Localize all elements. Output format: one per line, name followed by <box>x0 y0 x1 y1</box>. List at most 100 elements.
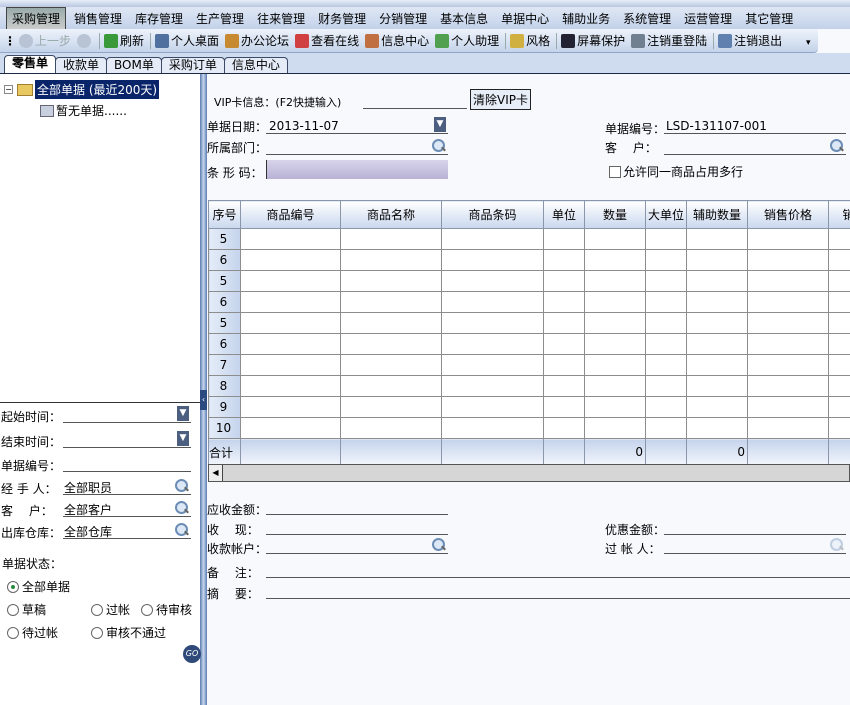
footer-field-cash[interactable] <box>266 517 448 535</box>
grid-cell[interactable] <box>240 249 341 271</box>
grid-cell[interactable] <box>584 375 646 397</box>
allow-multi-checkbox[interactable]: 允许同一商品占用多行 <box>609 163 743 180</box>
horizontal-scrollbar[interactable]: ◀ <box>208 464 850 482</box>
grid-cell[interactable] <box>747 375 829 397</box>
grid-cell[interactable] <box>441 228 544 250</box>
grid-cell[interactable] <box>686 270 748 292</box>
footer-field-poster[interactable] <box>664 536 846 554</box>
grid-cell[interactable] <box>441 270 544 292</box>
toolbar-grip[interactable]: ⋮ <box>4 34 16 48</box>
grid-cell[interactable] <box>543 354 585 376</box>
grid-cell[interactable] <box>828 396 850 418</box>
column-header[interactable]: 商品编号 <box>240 200 341 229</box>
dropdown-icon[interactable]: ▼ <box>177 431 189 446</box>
grid-cell[interactable] <box>686 249 748 271</box>
tree-node-empty[interactable]: 暂无单据...... <box>40 102 127 119</box>
grid-cell[interactable] <box>584 312 646 334</box>
toolbar-button[interactable]: 个人助理 <box>435 32 499 49</box>
grid-cell[interactable] <box>584 291 646 313</box>
search-icon[interactable] <box>830 538 844 552</box>
grid-cell[interactable] <box>240 354 341 376</box>
menu-item[interactable]: 系统管理 <box>618 8 676 29</box>
grid-cell[interactable] <box>543 417 585 439</box>
grid-cell[interactable] <box>340 396 442 418</box>
search-icon[interactable] <box>432 139 446 153</box>
grid-cell[interactable] <box>645 333 687 355</box>
status-radio-pending-review[interactable]: 待审核 <box>141 601 192 618</box>
grid-cell[interactable] <box>686 291 748 313</box>
grid-cell[interactable] <box>828 228 850 250</box>
dept-field[interactable] <box>266 137 448 155</box>
grid-cell[interactable] <box>645 291 687 313</box>
dropdown-icon[interactable]: ▼ <box>177 406 189 421</box>
grid-cell[interactable] <box>441 396 544 418</box>
table-row[interactable]: 6 <box>208 249 850 271</box>
footer-field-account[interactable] <box>266 536 448 554</box>
grid-cell[interactable] <box>240 291 341 313</box>
grid-cell[interactable] <box>584 249 646 271</box>
grid-cell[interactable] <box>584 396 646 418</box>
table-row[interactable]: 5 <box>208 228 850 250</box>
column-header[interactable]: 销售价格 <box>747 200 829 229</box>
menu-item[interactable]: 其它管理 <box>740 8 798 29</box>
grid-cell[interactable] <box>747 270 829 292</box>
grid-cell[interactable] <box>240 333 341 355</box>
column-header[interactable]: 数量 <box>584 200 646 229</box>
footer-field-discount[interactable] <box>664 517 846 535</box>
grid-cell[interactable] <box>645 375 687 397</box>
grid-cell[interactable] <box>747 249 829 271</box>
table-row[interactable]: 6 <box>208 333 850 355</box>
grid-cell[interactable] <box>645 249 687 271</box>
grid-cell[interactable] <box>441 375 544 397</box>
grid-cell[interactable] <box>828 249 850 271</box>
table-row[interactable]: 6 <box>208 291 850 313</box>
date-field[interactable]: 2013-11-07 ▼ <box>266 116 448 134</box>
toolbar-button[interactable] <box>77 33 93 48</box>
menu-item[interactable]: 运营管理 <box>679 8 737 29</box>
grid-cell[interactable] <box>240 396 341 418</box>
grid-cell[interactable] <box>828 417 850 439</box>
grid-cell[interactable] <box>441 417 544 439</box>
table-row[interactable]: 7 <box>208 354 850 376</box>
grid-cell[interactable] <box>340 354 442 376</box>
footer-field-receivable[interactable] <box>266 497 448 515</box>
filter-field-start_time[interactable]: ▼ <box>63 405 191 423</box>
grid-cell[interactable] <box>828 333 850 355</box>
menu-item[interactable]: 财务管理 <box>313 8 371 29</box>
status-radio-draft[interactable]: 草稿 <box>7 601 46 618</box>
column-header[interactable]: 商品条码 <box>441 200 544 229</box>
menu-item[interactable]: 生产管理 <box>191 8 249 29</box>
table-row[interactable]: 10 <box>208 417 850 439</box>
grid-cell[interactable] <box>543 312 585 334</box>
grid-cell[interactable] <box>747 228 829 250</box>
grid-cell[interactable] <box>747 312 829 334</box>
toolbar-button[interactable]: 刷新 <box>104 32 144 49</box>
table-row[interactable]: 5 <box>208 270 850 292</box>
search-icon[interactable] <box>175 523 189 537</box>
grid-cell[interactable] <box>240 312 341 334</box>
grid-cell[interactable] <box>828 312 850 334</box>
grid-cell[interactable] <box>828 291 850 313</box>
menu-item[interactable]: 单据中心 <box>496 8 554 29</box>
filter-field-warehouse[interactable]: 全部仓库 <box>63 521 191 539</box>
collapse-panel-button[interactable]: ‹ <box>200 390 207 410</box>
grid-cell[interactable] <box>240 375 341 397</box>
column-header[interactable]: 辅助数量 <box>686 200 748 229</box>
column-header[interactable]: 序号 <box>208 200 241 229</box>
tree-node-all-bills[interactable]: − 全部单据 (最近200天) <box>4 80 160 99</box>
table-row[interactable]: 5 <box>208 312 850 334</box>
grid-cell[interactable] <box>240 228 341 250</box>
grid-cell[interactable] <box>543 396 585 418</box>
scroll-left-arrow[interactable]: ◀ <box>209 465 223 481</box>
grid-cell[interactable] <box>584 270 646 292</box>
status-radio-all[interactable]: 全部单据 <box>7 578 70 595</box>
grid-cell[interactable] <box>747 291 829 313</box>
grid-cell[interactable] <box>686 312 748 334</box>
menu-item[interactable]: 采购管理 <box>6 6 67 30</box>
grid-cell[interactable] <box>543 270 585 292</box>
grid-cell[interactable] <box>645 312 687 334</box>
grid-cell[interactable] <box>340 228 442 250</box>
toolbar-button[interactable]: 注销退出 <box>718 32 782 49</box>
grid-cell[interactable] <box>686 417 748 439</box>
search-icon[interactable] <box>175 501 189 515</box>
